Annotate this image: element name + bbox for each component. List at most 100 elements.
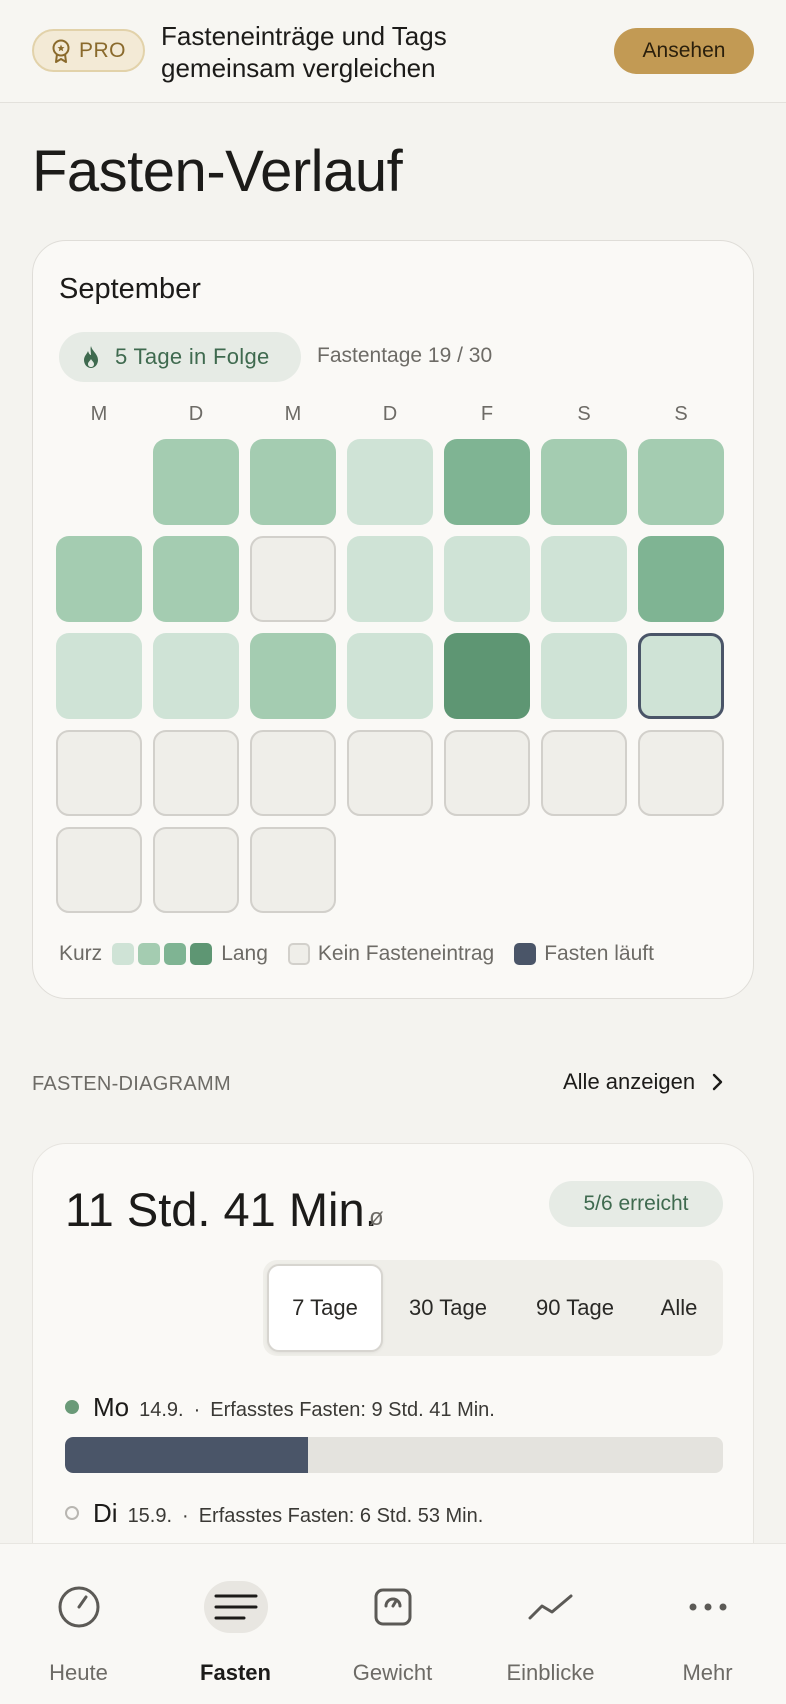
calendar-day-4[interactable] bbox=[444, 439, 530, 525]
range-30-days[interactable]: 30 Tage bbox=[387, 1260, 509, 1356]
scale-icon bbox=[374, 1588, 411, 1626]
pro-banner[interactable]: PRO Fasteneinträge und Tags gemeinsam ve… bbox=[0, 0, 786, 103]
weekday-label: S bbox=[674, 403, 688, 425]
legend-running-label: Fasten läuft bbox=[544, 942, 654, 965]
calendar-day-22[interactable] bbox=[153, 730, 239, 816]
calendar-day-13[interactable] bbox=[638, 536, 724, 622]
calendar-day-3[interactable] bbox=[347, 439, 433, 525]
trend-icon bbox=[528, 1594, 572, 1620]
nav-label-einblicke: Einblicke bbox=[506, 1660, 595, 1685]
calendar-day-9[interactable] bbox=[250, 536, 336, 622]
calendar-day-14[interactable] bbox=[56, 633, 142, 719]
entry-description: Erfasstes Fasten: 6 Std. 53 Min. bbox=[198, 1505, 484, 1527]
calendar-day-21[interactable] bbox=[56, 730, 142, 816]
nav-item-heute[interactable]: Heute bbox=[0, 1544, 157, 1704]
calendar-day-11[interactable] bbox=[444, 536, 530, 622]
calendar-month: September bbox=[59, 273, 201, 305]
calendar-day-26[interactable] bbox=[541, 730, 627, 816]
more-icon bbox=[689, 1603, 726, 1611]
nav-item-einblicke[interactable]: Einblicke bbox=[472, 1544, 629, 1704]
calendar-day-19[interactable] bbox=[541, 633, 627, 719]
legend-swatch-level-1 bbox=[112, 943, 135, 965]
legend-swatch-level-3 bbox=[164, 943, 187, 965]
range-selector: 7 Tage 30 Tage 90 Tage Alle bbox=[263, 1260, 723, 1356]
weekday-label: F bbox=[480, 403, 494, 425]
weekday-label: D bbox=[382, 403, 398, 425]
range-all[interactable]: Alle bbox=[639, 1260, 719, 1356]
range-90-days[interactable]: 90 Tage bbox=[513, 1260, 637, 1356]
calendar-day-10[interactable] bbox=[347, 536, 433, 622]
flame-icon bbox=[84, 346, 98, 368]
average-duration: 11 Std. 41 Min. bbox=[65, 1183, 378, 1236]
goal-missed-dot bbox=[65, 1506, 79, 1520]
calendar-day-25[interactable] bbox=[444, 730, 530, 816]
calendar-day-12[interactable] bbox=[541, 536, 627, 622]
pro-badge-label: PRO bbox=[78, 38, 126, 62]
view-pro-button[interactable]: Ansehen bbox=[614, 28, 754, 74]
entry-day: Mo bbox=[93, 1392, 130, 1422]
entry-date: 14.9. bbox=[139, 1399, 184, 1421]
legend-swatch-level-2 bbox=[138, 943, 161, 965]
calendar-day-24[interactable] bbox=[347, 730, 433, 816]
legend-swatch-level-4 bbox=[190, 943, 213, 965]
calendar-day-2[interactable] bbox=[250, 439, 336, 525]
calendar-day-8[interactable] bbox=[153, 536, 239, 622]
calendar-day-28[interactable] bbox=[56, 827, 142, 913]
show-all-label: Alle anzeigen bbox=[563, 1069, 696, 1094]
legend-swatch-none bbox=[287, 943, 310, 965]
nav-label-fasten: Fasten bbox=[200, 1660, 271, 1685]
goal-reached-dot bbox=[65, 1400, 79, 1414]
page-title: Fasten-Verlauf bbox=[32, 139, 403, 204]
goal-achieved-badge: 5/6 erreicht bbox=[549, 1181, 723, 1227]
calendar-legend: Kurz Lang Kein Fasteneintrag Fasten läuf… bbox=[59, 941, 654, 967]
calendar-day-17[interactable] bbox=[347, 633, 433, 719]
weekday-label: M bbox=[90, 403, 108, 425]
entry-separator: · bbox=[182, 1505, 189, 1527]
entry-bar-fill-0 bbox=[65, 1437, 309, 1473]
streak-badge: 5 Tage in Folge bbox=[59, 332, 301, 382]
weekday-label: M bbox=[284, 403, 302, 425]
calendar-day-29[interactable] bbox=[153, 827, 239, 913]
entry-row-0[interactable]: Mo 14.9. · Erfasstes Fasten: 9 Std. 41 M… bbox=[65, 1392, 495, 1423]
calendar-day-6[interactable] bbox=[638, 439, 724, 525]
fast-days-count: Fastentage 19 / 30 bbox=[317, 344, 493, 367]
calendar-day-5[interactable] bbox=[541, 439, 627, 525]
nav-item-gewicht[interactable]: Gewicht bbox=[314, 1544, 471, 1704]
average-symbol: ø bbox=[369, 1204, 384, 1231]
chevron-right-icon bbox=[712, 1073, 723, 1091]
legend-long-label: Lang bbox=[221, 942, 268, 965]
calendar-card: September 5 Tage in Folge Fastentage 19 … bbox=[32, 240, 754, 999]
pro-banner-line1: Fasteneinträge und Tags bbox=[161, 21, 447, 51]
show-all-link[interactable]: Alle anzeigen bbox=[563, 1069, 723, 1095]
pro-badge: PRO bbox=[32, 29, 145, 72]
streak-label: 5 Tage in Folge bbox=[115, 344, 270, 369]
nav-item-fasten[interactable]: Fasten bbox=[157, 1544, 314, 1704]
calendar-day-18[interactable] bbox=[444, 633, 530, 719]
entry-day: Di bbox=[93, 1498, 118, 1528]
legend-swatch-running bbox=[514, 943, 537, 965]
calendar-day-1[interactable] bbox=[153, 439, 239, 525]
calendar-day-30[interactable] bbox=[250, 827, 336, 913]
weekday-label: D bbox=[188, 403, 204, 425]
legend-no-entry-label: Kein Fasteneintrag bbox=[317, 942, 495, 965]
nav-label-mehr: Mehr bbox=[682, 1660, 733, 1685]
entry-row-1[interactable]: Di 15.9. · Erfasstes Fasten: 6 Std. 53 M… bbox=[65, 1498, 483, 1529]
entry-description: Erfasstes Fasten: 9 Std. 41 Min. bbox=[210, 1399, 495, 1421]
nav-label-gewicht: Gewicht bbox=[352, 1660, 433, 1685]
award-icon bbox=[52, 39, 70, 63]
calendar-day-20[interactable] bbox=[638, 633, 724, 719]
calendar-day-27[interactable] bbox=[638, 730, 724, 816]
bottom-navigation: Heute Fasten Gewicht Einblicke Mehr bbox=[0, 1543, 786, 1704]
weekday-label: S bbox=[577, 403, 591, 425]
calendar-day-16[interactable] bbox=[250, 633, 336, 719]
calendar-day-7[interactable] bbox=[56, 536, 142, 622]
calendar-day-15[interactable] bbox=[153, 633, 239, 719]
clock-icon bbox=[58, 1586, 99, 1628]
entry-date: 15.9. bbox=[127, 1505, 173, 1527]
entry-separator: · bbox=[193, 1399, 201, 1421]
calendar-day-23[interactable] bbox=[250, 730, 336, 816]
range-7-days[interactable]: 7 Tage bbox=[267, 1264, 383, 1352]
nav-item-mehr[interactable]: Mehr bbox=[629, 1544, 786, 1704]
pro-banner-text: Fasteneinträge und Tags gemeinsam vergle… bbox=[161, 20, 541, 84]
nav-label-heute: Heute bbox=[49, 1660, 108, 1685]
